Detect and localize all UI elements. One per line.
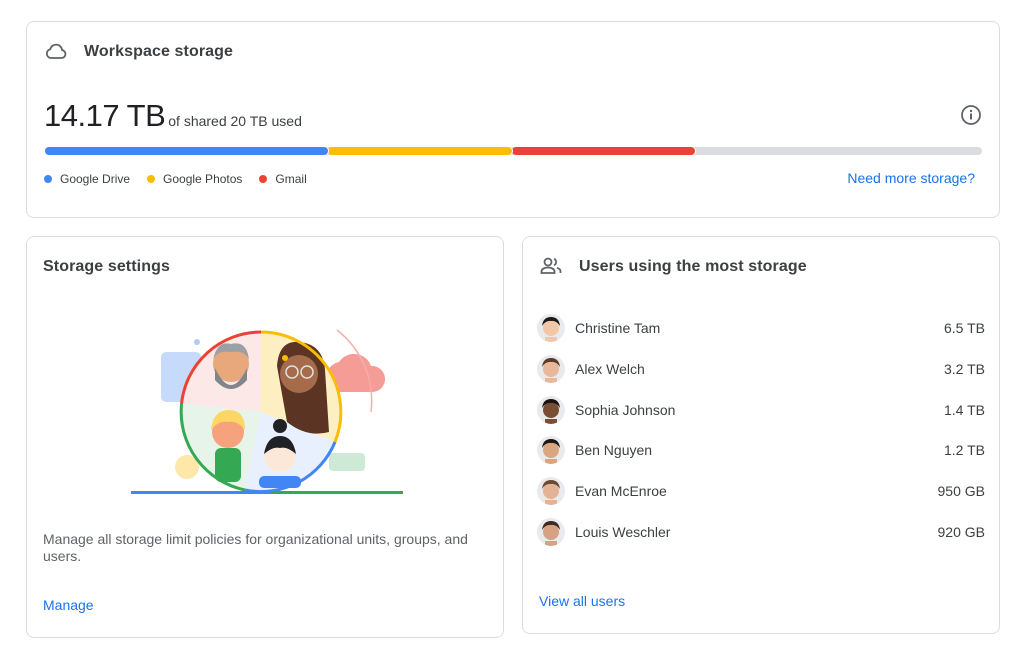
illus-green-card <box>329 453 365 471</box>
user-name: Evan McEnroe <box>575 483 667 500</box>
storage-settings-card: Storage settings Manage all storage limi… <box>26 236 504 638</box>
avatar <box>537 436 565 465</box>
storage-settings-description: Manage all storage limit policies for or… <box>43 531 468 564</box>
user-name: Louis Weschler <box>575 523 671 540</box>
legend-item-gmail: Gmail <box>259 172 307 186</box>
user-row[interactable]: Alex Welch 3.2 TB <box>537 349 985 390</box>
user-row[interactable]: Christine Tam 6.5 TB <box>537 308 985 349</box>
avatar <box>537 517 565 546</box>
need-more-storage-link[interactable]: Need more storage? <box>847 170 975 186</box>
workspace-storage-title: Workspace storage <box>84 43 234 60</box>
user-storage-size: 950 GB <box>937 483 985 500</box>
legend-dot-drive <box>44 175 52 183</box>
user-name: Ben Nguyen <box>575 442 653 459</box>
usage-legend: Google Drive Google Photos Gmail <box>44 172 307 186</box>
storage-used-value: 14.17 TB <box>44 98 166 133</box>
manage-link[interactable]: Manage <box>43 597 94 613</box>
storage-settings-illustration <box>131 329 403 494</box>
user-name: Alex Welch <box>575 361 645 378</box>
storage-usage-bar <box>45 147 982 155</box>
photos-usage-segment <box>327 147 512 155</box>
storage-settings-title: Storage settings <box>43 258 170 275</box>
top-users-card: Users using the most storage Christine T… <box>522 236 1000 634</box>
storage-used-summary: 14.17 TB of shared 20 TB used <box>44 98 302 134</box>
user-list: Christine Tam 6.5 TB Alex Welch 3.2 TB Sophi… <box>537 308 985 552</box>
avatar <box>537 395 565 424</box>
view-all-users-link[interactable]: View all users <box>539 593 625 609</box>
people-icon <box>539 254 563 278</box>
user-row[interactable]: Sophia Johnson 1.4 TB <box>537 389 985 430</box>
legend-label: Google Photos <box>163 172 243 186</box>
avatar <box>537 314 565 343</box>
legend-item-google-photos: Google Photos <box>147 172 242 186</box>
user-storage-size: 1.4 TB <box>944 401 985 418</box>
user-storage-size: 3.2 TB <box>944 361 985 378</box>
top-users-title: Users using the most storage <box>579 258 807 275</box>
legend-dot-photos <box>147 175 156 183</box>
gmail-usage-segment <box>511 147 696 155</box>
user-row[interactable]: Ben Nguyen 1.2 TB <box>537 430 985 471</box>
user-storage-size: 6.5 TB <box>944 320 985 337</box>
user-name: Sophia Johnson <box>575 401 676 418</box>
user-storage-size: 1.2 TB <box>944 442 985 459</box>
legend-label: Gmail <box>275 172 307 186</box>
info-icon[interactable] <box>960 104 982 126</box>
avatar <box>537 477 565 506</box>
storage-used-suffix: of shared 20 TB used <box>168 113 302 129</box>
avatar <box>537 355 565 384</box>
legend-label: Google Drive <box>60 172 131 186</box>
user-row[interactable]: Louis Weschler 920 GB <box>537 511 985 552</box>
user-name: Christine Tam <box>575 320 661 337</box>
user-row[interactable]: Evan McEnroe 950 GB <box>537 471 985 512</box>
legend-item-google-drive: Google Drive <box>44 172 130 186</box>
drive-usage-segment <box>45 147 328 155</box>
user-storage-size: 920 GB <box>937 523 985 540</box>
cloud-icon <box>44 39 68 63</box>
workspace-storage-card: Workspace storage 14.17 TB of shared 20 T… <box>26 21 1000 218</box>
legend-dot-gmail <box>259 175 268 183</box>
